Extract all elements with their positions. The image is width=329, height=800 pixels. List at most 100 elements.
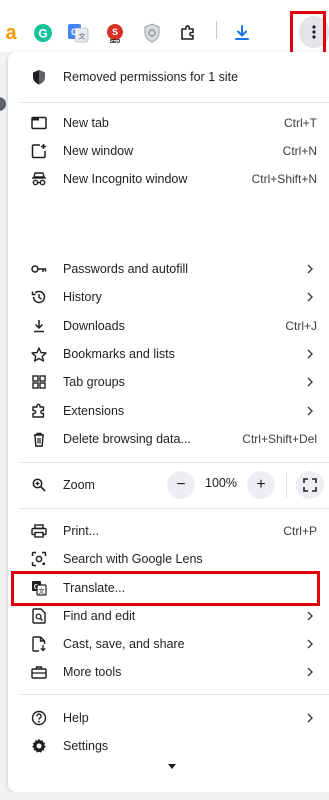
new-window-label: New window	[63, 144, 134, 158]
help-icon	[30, 709, 48, 727]
extensions-label: Extensions	[63, 404, 125, 418]
print-label: Print...	[63, 524, 100, 538]
menu-item-downloads[interactable]: Downloads Ctrl+J	[8, 312, 329, 340]
menu-item-settings[interactable]: Settings	[8, 732, 329, 760]
puzzle-icon	[30, 402, 48, 420]
star-icon	[30, 345, 48, 363]
svg-text:S: S	[112, 27, 118, 37]
key-icon	[30, 260, 48, 278]
permissions-notice-label: Removed permissions for 1 site	[63, 70, 239, 84]
tab-groups-label: Tab groups	[63, 375, 125, 389]
trash-icon	[30, 430, 48, 448]
svg-text:文: 文	[79, 32, 86, 41]
seo-icon[interactable]: S SEO	[104, 22, 126, 44]
chevron-right-icon	[305, 712, 315, 724]
menu-item-more-tools[interactable]: More tools	[8, 658, 329, 686]
cast-save-share-label: Cast, save, and share	[63, 637, 185, 651]
zoom-level: 100%	[205, 476, 237, 490]
settings-label: Settings	[63, 739, 109, 753]
browser-window: a G G文 S SEO Removed permissions for 1 s…	[0, 0, 329, 800]
menu-button-highlight	[290, 11, 326, 56]
find-icon	[30, 607, 48, 625]
shield-icon	[30, 68, 48, 86]
chevron-right-icon	[305, 666, 315, 678]
svg-text:SEO: SEO	[110, 39, 121, 44]
chevron-right-icon	[305, 376, 315, 388]
new-window-shortcut: Ctrl+N	[282, 144, 317, 158]
menu-item-new-tab[interactable]: New tab Ctrl+T	[8, 109, 329, 137]
menu-item-new-incognito[interactable]: New Incognito window Ctrl+Shift+N	[8, 165, 329, 193]
svg-text:G: G	[71, 27, 78, 37]
toolbar-divider	[216, 21, 217, 39]
new-window-icon	[30, 142, 48, 160]
passwords-label: Passwords and autofill	[63, 262, 189, 276]
menu-item-cast-save-share[interactable]: Cast, save, and share	[8, 630, 329, 658]
menu-item-passwords[interactable]: Passwords and autofill	[8, 255, 329, 283]
cast-save-share-icon	[30, 635, 48, 653]
menu-item-extensions[interactable]: Extensions	[8, 397, 329, 425]
permissions-notice[interactable]: Removed permissions for 1 site	[8, 63, 329, 91]
menu-item-history[interactable]: History	[8, 283, 329, 311]
google-translate-icon[interactable]: G文	[67, 22, 89, 44]
toolbox-icon	[30, 663, 48, 681]
menu-item-help[interactable]: Help	[8, 704, 329, 732]
scroll-down-arrow-icon[interactable]	[167, 762, 177, 770]
incognito-icon	[30, 170, 48, 188]
delete-browsing-shortcut: Ctrl+Shift+Del	[242, 432, 317, 446]
chevron-right-icon	[305, 263, 315, 275]
download-icon[interactable]	[231, 22, 253, 44]
menu-separator	[20, 694, 329, 695]
menu-item-find-and-edit[interactable]: Find and edit	[8, 602, 329, 630]
downloads-label: Downloads	[63, 319, 125, 333]
new-tab-shortcut: Ctrl+T	[284, 116, 317, 130]
chevron-right-icon	[305, 610, 315, 622]
google-lens-icon	[30, 550, 48, 568]
printer-icon	[30, 522, 48, 540]
zoom-label: Zoom	[63, 478, 95, 492]
chevron-right-icon	[305, 638, 315, 650]
menu-item-delete-browsing-data[interactable]: Delete browsing data... Ctrl+Shift+Del	[8, 425, 329, 453]
menu-item-print[interactable]: Print... Ctrl+P	[8, 517, 329, 545]
zoom-icon	[30, 476, 48, 494]
shield-extension-icon[interactable]	[141, 22, 163, 44]
chevron-right-icon	[305, 405, 315, 417]
more-tools-label: More tools	[63, 665, 122, 679]
chrome-main-menu: Removed permissions for 1 site New tab C…	[8, 52, 329, 792]
new-tab-label: New tab	[63, 116, 109, 130]
menu-separator	[20, 462, 329, 463]
downloads-shortcut: Ctrl+J	[285, 319, 317, 333]
google-lens-label: Search with Google Lens	[63, 552, 203, 566]
zoom-divider	[286, 472, 287, 498]
grammarly-icon[interactable]: G	[32, 22, 54, 44]
menu-separator	[20, 508, 329, 509]
zoom-in-button[interactable]: +	[247, 471, 275, 499]
svg-text:G: G	[38, 27, 47, 41]
underlying-page-edge	[0, 52, 8, 800]
new-tab-icon	[30, 114, 48, 132]
history-label: History	[63, 290, 102, 304]
bottom-edge	[0, 792, 329, 800]
tab-groups-icon	[30, 373, 48, 391]
menu-item-google-lens[interactable]: Search with Google Lens	[8, 545, 329, 573]
browser-toolbar: a G G文 S SEO	[0, 0, 329, 52]
new-incognito-shortcut: Ctrl+Shift+N	[251, 172, 317, 186]
menu-item-tab-groups[interactable]: Tab groups	[8, 368, 329, 396]
menu-separator	[20, 102, 329, 103]
fullscreen-button[interactable]	[296, 471, 324, 499]
downloads-icon	[30, 317, 48, 335]
chevron-right-icon	[305, 291, 315, 303]
menu-item-bookmarks[interactable]: Bookmarks and lists	[8, 340, 329, 368]
puzzle-extensions-icon[interactable]	[177, 22, 199, 44]
chevron-right-icon	[305, 348, 315, 360]
fullscreen-icon	[303, 478, 317, 492]
print-shortcut: Ctrl+P	[283, 524, 317, 538]
history-icon	[30, 288, 48, 306]
zoom-out-button[interactable]: −	[167, 471, 195, 499]
find-and-edit-label: Find and edit	[63, 609, 136, 623]
help-label: Help	[63, 711, 89, 725]
gear-icon	[30, 737, 48, 755]
amazon-icon[interactable]: a	[0, 22, 22, 44]
menu-item-new-window[interactable]: New window Ctrl+N	[8, 137, 329, 165]
cast-save-share-highlight	[11, 571, 320, 606]
new-incognito-label: New Incognito window	[63, 172, 188, 186]
